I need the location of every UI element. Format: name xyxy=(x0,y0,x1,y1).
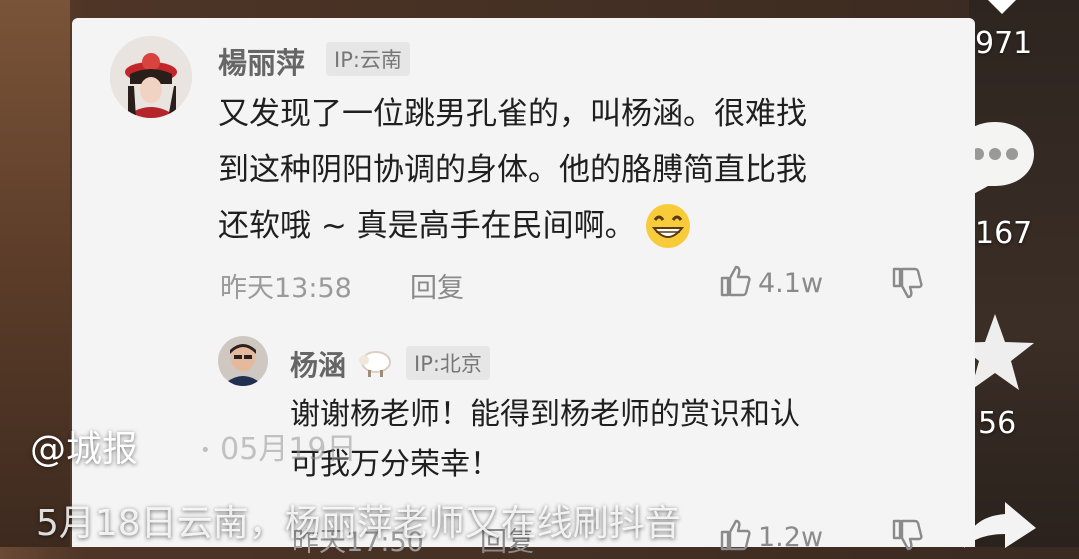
main-comment-time: 昨天13:58 xyxy=(220,273,352,304)
favorite-count-label: 56 xyxy=(978,406,1017,441)
main-comment-ip-badge: IP:云南 xyxy=(326,42,410,76)
grin-emoji-icon xyxy=(645,204,690,248)
thumbs-up-icon[interactable] xyxy=(718,264,752,298)
main-comment-like-count: 4.1w xyxy=(758,268,824,299)
reply-like-count: 1.2w xyxy=(758,522,824,553)
main-comment-line-2: 到这种阴阳协调的身体。他的胳膊简直比我 xyxy=(218,152,807,188)
thumbs-down-icon[interactable] xyxy=(890,266,924,300)
reply-line-2: 可我万分荣幸！ xyxy=(290,447,500,482)
reply-line-1: 谢谢杨老师！能得到杨老师的赏识和认 xyxy=(290,397,800,432)
main-comment-username[interactable]: 楊丽萍 xyxy=(218,40,305,82)
video-caption: 5月18日云南，杨丽萍老师又在线刷抖音 xyxy=(36,503,681,544)
comment-count-label: 167 xyxy=(975,216,1033,251)
main-comment-text: 又发现了一位跳男孔雀的，叫杨涵。很难找 到这种阴阳协调的身体。他的胳膊简直比我 … xyxy=(218,86,938,254)
main-comment-avatar[interactable] xyxy=(110,36,192,118)
reply-ip-badge: IP:北京 xyxy=(406,346,490,380)
sheep-badge-icon xyxy=(359,351,391,377)
ghost-date: • 05月19日 xyxy=(200,432,357,467)
like-count-label: 971 xyxy=(975,26,1033,61)
heart-icon[interactable] xyxy=(972,0,1032,16)
main-comment-line-1: 又发现了一位跳男孔雀的，叫杨涵。很难找 xyxy=(218,96,807,132)
reply-avatar[interactable] xyxy=(218,336,268,386)
reply-text: 谢谢杨老师！能得到杨老师的赏识和认 可我万分荣幸！ xyxy=(290,390,950,490)
reply-username[interactable]: 杨涵 xyxy=(290,344,346,384)
watermark-label: @城报 xyxy=(30,429,139,470)
main-comment-reply-button[interactable]: 回复 xyxy=(410,266,464,305)
main-comment-line-3: 还软哦 ~ 真是高手在民间啊。 xyxy=(218,198,938,254)
video-background-right xyxy=(969,0,1079,547)
